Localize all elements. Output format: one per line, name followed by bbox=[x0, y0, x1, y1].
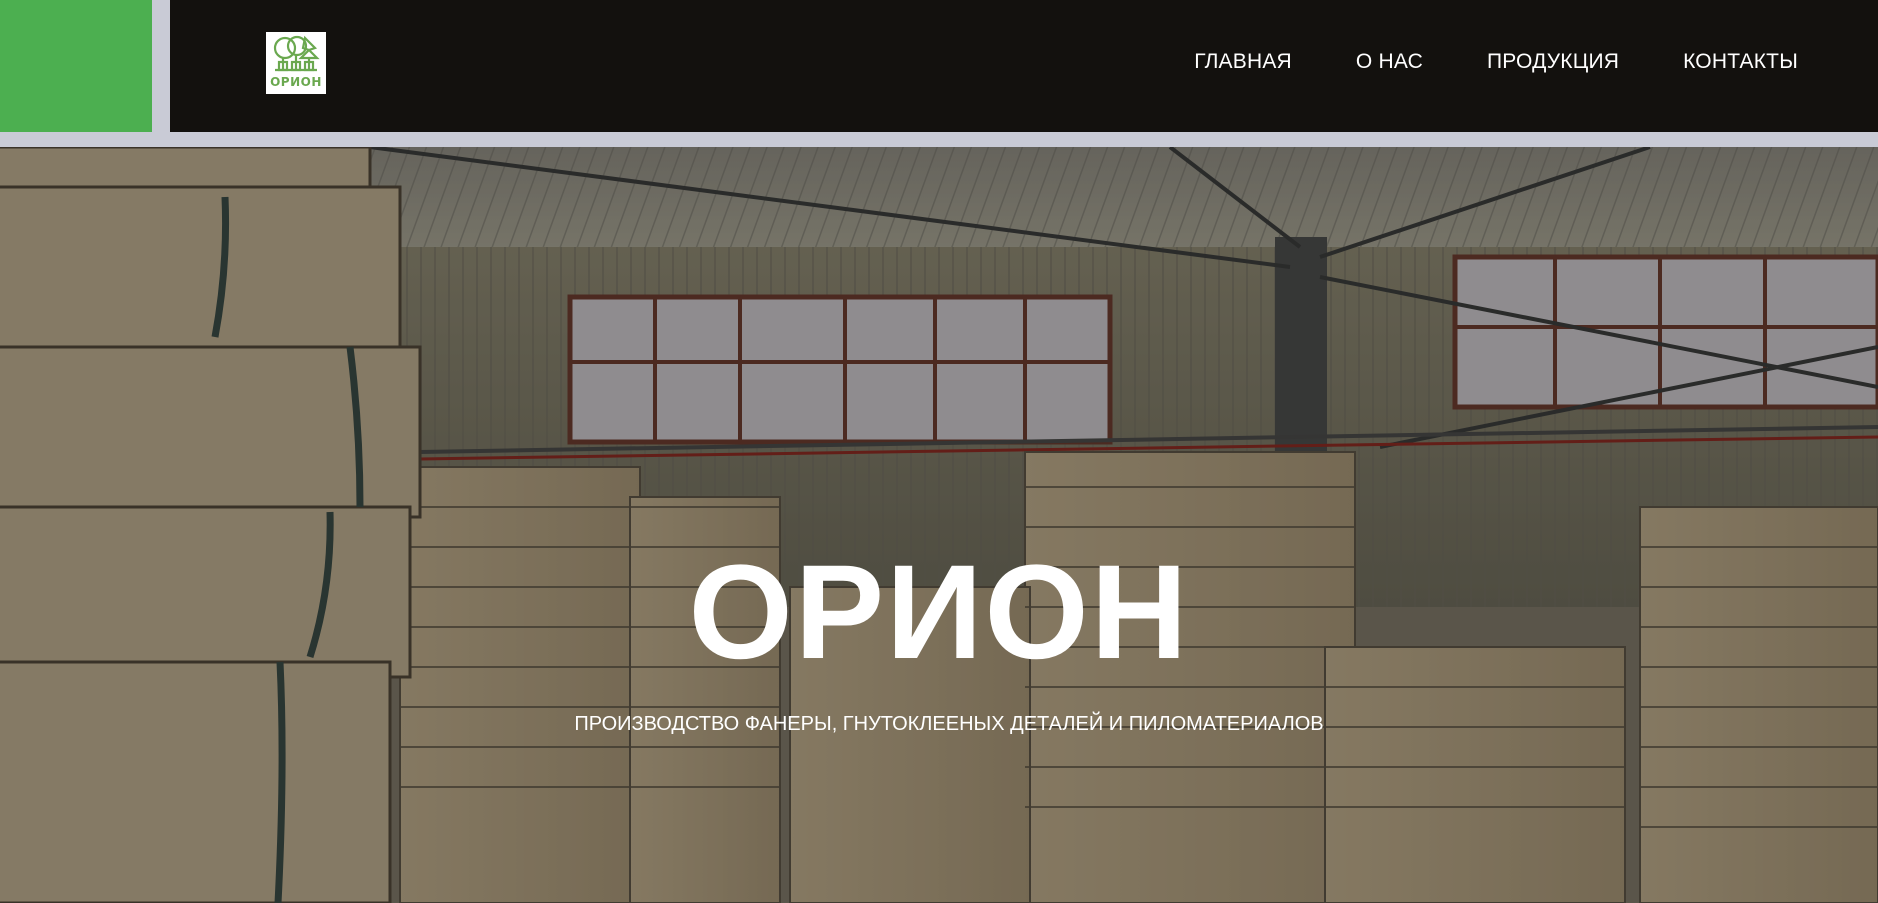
logo[interactable]: ОРИОН bbox=[266, 32, 326, 94]
hero-background-image bbox=[0, 147, 1878, 903]
header-accent-block bbox=[0, 0, 152, 132]
site-header: ОРИОН ГЛАВНАЯ О НАС ПРОДУКЦИЯ КОНТАКТЫ bbox=[0, 0, 1878, 132]
hero-title: ОРИОН bbox=[688, 538, 1190, 687]
hero-subtitle: ПРОИЗВОДСТВО ФАНЕРЫ, ГНУТОКЛЕЕНЫХ ДЕТАЛЕ… bbox=[574, 713, 1324, 735]
hero-section: ОРИОН ПРОИЗВОДСТВО ФАНЕРЫ, ГНУТОКЛЕЕНЫХ … bbox=[0, 147, 1878, 903]
trees-logo-icon bbox=[273, 35, 320, 72]
logo-text: ОРИОН bbox=[270, 75, 322, 89]
main-nav: ГЛАВНАЯ О НАС ПРОДУКЦИЯ КОНТАКТЫ bbox=[1194, 0, 1798, 124]
nav-bar: ОРИОН ГЛАВНАЯ О НАС ПРОДУКЦИЯ КОНТАКТЫ bbox=[170, 0, 1878, 132]
nav-item-about[interactable]: О НАС bbox=[1356, 50, 1423, 74]
nav-item-products[interactable]: ПРОДУКЦИЯ bbox=[1487, 50, 1619, 74]
nav-item-contacts[interactable]: КОНТАКТЫ bbox=[1683, 50, 1798, 74]
nav-item-home[interactable]: ГЛАВНАЯ bbox=[1194, 50, 1292, 74]
